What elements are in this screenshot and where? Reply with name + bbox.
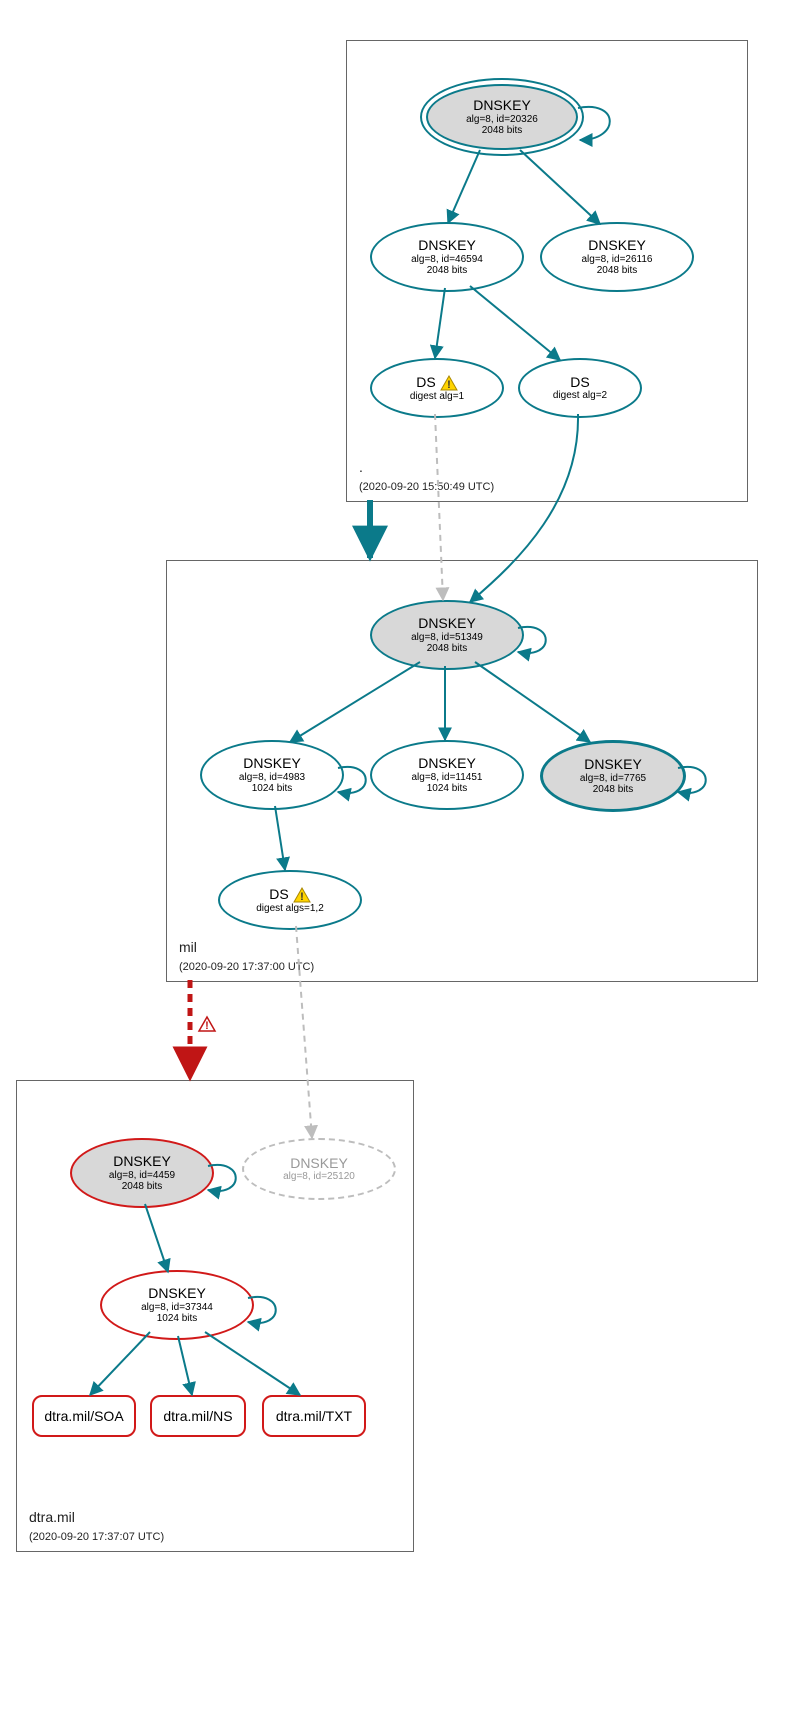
node-sub1: digest algs=1,2 bbox=[256, 903, 324, 914]
node-sub1: alg=8, id=4983 bbox=[239, 772, 305, 783]
rrset-label: dtra.mil/TXT bbox=[276, 1408, 352, 1424]
node-sub2: 1024 bits bbox=[427, 783, 468, 794]
node-title: DNSKEY bbox=[113, 1154, 171, 1169]
rrset-label: dtra.mil/NS bbox=[163, 1408, 232, 1424]
node-mil-ksk: DNSKEY alg=8, id=51349 2048 bits bbox=[370, 600, 524, 670]
node-root-ds1: DS ! digest alg=1 bbox=[370, 358, 504, 418]
node-title: DNSKEY bbox=[473, 98, 531, 113]
node-sub1: alg=8, id=11451 bbox=[412, 772, 483, 783]
node-title: DNSKEY bbox=[418, 756, 476, 771]
node-title: DS bbox=[570, 375, 589, 390]
warning-icon-edge: ! bbox=[199, 1017, 215, 1032]
node-root-zsk-26116: DNSKEY alg=8, id=26116 2048 bits bbox=[540, 222, 694, 292]
svg-text:!: ! bbox=[300, 891, 304, 903]
node-sub1: alg=8, id=26116 bbox=[582, 254, 653, 265]
node-sub1: alg=8, id=25120 bbox=[283, 1171, 355, 1182]
node-sub1: alg=8, id=7765 bbox=[580, 773, 646, 784]
node-title: DNSKEY bbox=[290, 1156, 348, 1171]
node-title: DS bbox=[416, 375, 435, 390]
zone-mil-timestamp: (2020-09-20 17:37:00 UTC) bbox=[179, 961, 314, 973]
node-sub2: 1024 bits bbox=[252, 783, 293, 794]
zone-mil-label: mil bbox=[179, 939, 197, 955]
node-title: DNSKEY bbox=[243, 756, 301, 771]
node-sub2: 1024 bits bbox=[157, 1313, 198, 1324]
rrset-txt: dtra.mil/TXT bbox=[262, 1395, 366, 1437]
node-mil-ds: DS ! digest algs=1,2 bbox=[218, 870, 362, 930]
node-sub2: 2048 bits bbox=[482, 125, 523, 136]
node-dtra-ksk: DNSKEY alg=8, id=4459 2048 bits bbox=[70, 1138, 214, 1208]
node-sub2: 2048 bits bbox=[427, 265, 468, 276]
rrset-ns: dtra.mil/NS bbox=[150, 1395, 246, 1437]
node-mil-zsk-7765: DNSKEY alg=8, id=7765 2048 bits bbox=[540, 740, 686, 812]
rrset-label: dtra.mil/SOA bbox=[44, 1408, 123, 1424]
node-sub1: alg=8, id=4459 bbox=[109, 1170, 175, 1181]
node-sub2: 2048 bits bbox=[122, 1181, 163, 1192]
node-title: DNSKEY bbox=[584, 757, 642, 772]
zone-dtra-timestamp: (2020-09-20 17:37:07 UTC) bbox=[29, 1531, 164, 1543]
node-sub1: alg=8, id=20326 bbox=[466, 114, 538, 125]
node-title: DNSKEY bbox=[588, 238, 646, 253]
node-root-ksk: DNSKEY alg=8, id=20326 2048 bits bbox=[420, 78, 580, 152]
node-title: DS bbox=[269, 887, 288, 902]
node-sub1: digest alg=2 bbox=[553, 390, 607, 401]
zone-root-label: . bbox=[359, 459, 363, 475]
node-dtra-zsk: DNSKEY alg=8, id=37344 1024 bits bbox=[100, 1270, 254, 1340]
zone-root-timestamp: (2020-09-20 15:50:49 UTC) bbox=[359, 481, 494, 493]
node-sub1: alg=8, id=37344 bbox=[141, 1302, 213, 1313]
node-sub1: alg=8, id=51349 bbox=[411, 632, 483, 643]
node-dtra-missing-key: DNSKEY alg=8, id=25120 bbox=[242, 1138, 396, 1200]
warning-icon: ! bbox=[293, 887, 311, 903]
node-sub2: 2048 bits bbox=[593, 784, 634, 795]
node-root-ds2: DS digest alg=2 bbox=[518, 358, 642, 418]
node-sub2: 2048 bits bbox=[597, 265, 638, 276]
svg-text:!: ! bbox=[205, 1020, 209, 1032]
node-root-zsk-46594: DNSKEY alg=8, id=46594 2048 bits bbox=[370, 222, 524, 292]
node-mil-zsk-11451: DNSKEY alg=8, id=11451 1024 bits bbox=[370, 740, 524, 810]
node-sub1: alg=8, id=46594 bbox=[411, 254, 483, 265]
node-title: DNSKEY bbox=[148, 1286, 206, 1301]
node-title: DNSKEY bbox=[418, 616, 476, 631]
rrset-soa: dtra.mil/SOA bbox=[32, 1395, 136, 1437]
warning-icon: ! bbox=[440, 375, 458, 391]
zone-dtra-label: dtra.mil bbox=[29, 1509, 75, 1525]
node-sub2: 2048 bits bbox=[427, 643, 468, 654]
node-mil-zsk-4983: DNSKEY alg=8, id=4983 1024 bits bbox=[200, 740, 344, 810]
svg-text:!: ! bbox=[447, 379, 451, 391]
node-sub1: digest alg=1 bbox=[410, 391, 464, 402]
node-title: DNSKEY bbox=[418, 238, 476, 253]
